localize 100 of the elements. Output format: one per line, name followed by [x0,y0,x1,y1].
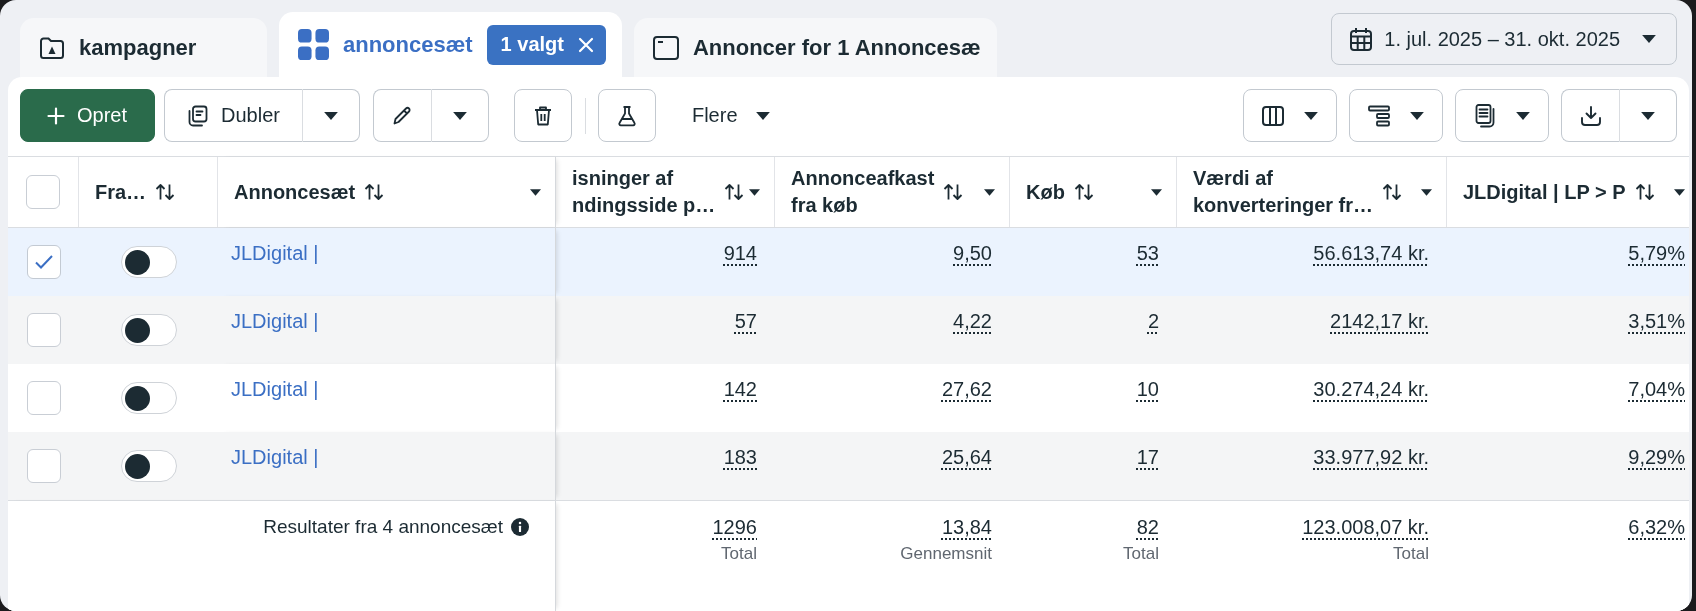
caret-icon[interactable] [1421,188,1432,196]
create-button[interactable]: Opret [20,89,156,142]
caret-icon[interactable] [1151,188,1162,196]
tab[interactable]: Annoncer for 1 Annoncesæ [633,18,997,77]
metric-value: 33.977,92 kr. [1313,446,1429,468]
row-checkbox[interactable] [26,313,61,347]
table-row[interactable]: JLDigital | 57 4,22 2 2142,17 kr. 3,51% [8,296,1689,364]
close-icon [577,36,594,53]
metric-value: 183 [723,446,757,468]
metric-value: 2142,17 kr. [1330,310,1429,332]
toggle-switch[interactable] [120,450,177,482]
row-checkbox[interactable] [26,381,61,415]
metric-value: 142 [723,378,757,400]
metric-value: 9,29% [1628,446,1685,468]
ad-set-link[interactable]: JLDigital | [231,242,319,264]
breakdown-button[interactable] [1349,89,1443,142]
columns-icon [1262,105,1284,126]
total-label: Gennemsnit [900,543,992,565]
caret-icon [1516,111,1530,120]
column-header[interactable]: Annoncesæt [218,157,556,227]
ad-set-link[interactable]: JLDigital | [231,378,319,400]
flask-icon [615,104,638,127]
sort-icon[interactable] [724,183,745,201]
info-icon[interactable] [511,518,529,536]
documents-icon [1474,103,1496,128]
metric-value: 53 [1136,242,1159,264]
column-header[interactable]: Annonceafkast fra køb [775,157,1010,227]
caret-icon[interactable] [984,188,995,196]
column-header[interactable]: Køb [1010,157,1177,227]
bars-icon [1368,104,1390,127]
select-all-checkbox[interactable] [26,175,60,209]
caret-icon [323,111,338,120]
duplicate-button[interactable]: Dubler [164,89,302,142]
total-value: 123.008,07 kr. [1302,515,1429,539]
calendar-icon [1350,27,1373,51]
metric-value: 5,79% [1628,242,1685,264]
metric-value: 17 [1136,446,1159,468]
delete-button[interactable] [513,89,572,142]
clear-selection-button[interactable] [577,36,594,53]
total-label: Total [1393,543,1429,565]
caret-icon [1410,111,1424,120]
grid-icon [298,29,329,60]
total-label: Total [721,543,757,565]
caret-icon[interactable] [1674,188,1685,196]
edit-button[interactable] [372,89,431,142]
results-summary: Resultater fra 4 annoncesæt [263,515,503,539]
metric-value: 56.613,74 kr. [1313,242,1429,264]
selection-count: 1 valgt [500,33,564,56]
sort-icon[interactable] [155,183,176,201]
metric-value: 30.274,24 kr. [1313,378,1429,400]
sort-icon[interactable] [364,183,385,201]
copy-icon [187,104,210,127]
metric-value: 4,22 [953,310,992,332]
caret-icon[interactable] [749,188,760,196]
metric-value: 25,64 [941,446,992,468]
column-header[interactable]: JLDigital | LP > P [1447,157,1688,227]
column-header[interactable]: isninger af ndingsside p… [556,157,775,227]
total-value: 82 [1136,515,1159,539]
toggle-switch[interactable] [120,246,177,278]
plus-icon [47,106,65,125]
ad-set-link[interactable]: JLDigital | [231,446,319,468]
sort-icon[interactable] [1073,183,1094,201]
table-row[interactable]: JLDigital | 183 25,64 17 33.977,92 kr. 9,29% [8,432,1689,500]
metric-value: 3,51% [1628,310,1685,332]
table-row[interactable]: JLDigital | 914 9,50 53 56.613,74 kr. 5,79% [8,228,1689,296]
caret-icon[interactable] [530,188,541,196]
sort-icon[interactable] [1634,183,1655,201]
toggle-switch[interactable] [120,382,177,414]
total-value: 6,32% [1628,515,1685,539]
folder-icon [39,35,65,60]
toggle-switch[interactable] [120,314,177,346]
metric-value: 10 [1136,378,1159,400]
caret-icon [1304,111,1318,120]
sort-icon[interactable] [1382,183,1403,201]
row-checkbox[interactable] [26,245,61,279]
total-label: Total [1123,543,1159,565]
tab[interactable]: annoncesæt 1 valgt [279,12,622,77]
total-value: 13,84 [941,515,992,539]
metric-value: 914 [723,242,757,264]
tab[interactable]: kampagner [20,18,267,77]
download-icon [1579,104,1602,127]
metric-value: 57 [734,310,757,332]
ad-set-link[interactable]: JLDigital | [231,310,319,332]
column-header[interactable]: Fra… [79,157,218,227]
caret-icon [755,111,770,120]
test-button[interactable] [597,89,656,142]
export-button[interactable] [1561,89,1619,142]
caret-icon [1642,35,1656,43]
date-range-button[interactable]: 1. jul. 2025 – 31. okt. 2025 [1331,13,1677,65]
checkmark-icon [33,254,54,270]
window-icon [652,35,679,60]
reports-button[interactable] [1455,89,1549,142]
caret-icon [452,111,467,120]
sort-icon[interactable] [943,183,964,201]
column-header[interactable]: Værdi af konverteringer fr… [1177,157,1447,227]
columns-button[interactable] [1243,89,1337,142]
row-checkbox[interactable] [26,449,61,483]
metric-value: 27,62 [941,378,992,400]
caret-icon [1641,111,1655,120]
total-value: 1296 [712,515,757,539]
